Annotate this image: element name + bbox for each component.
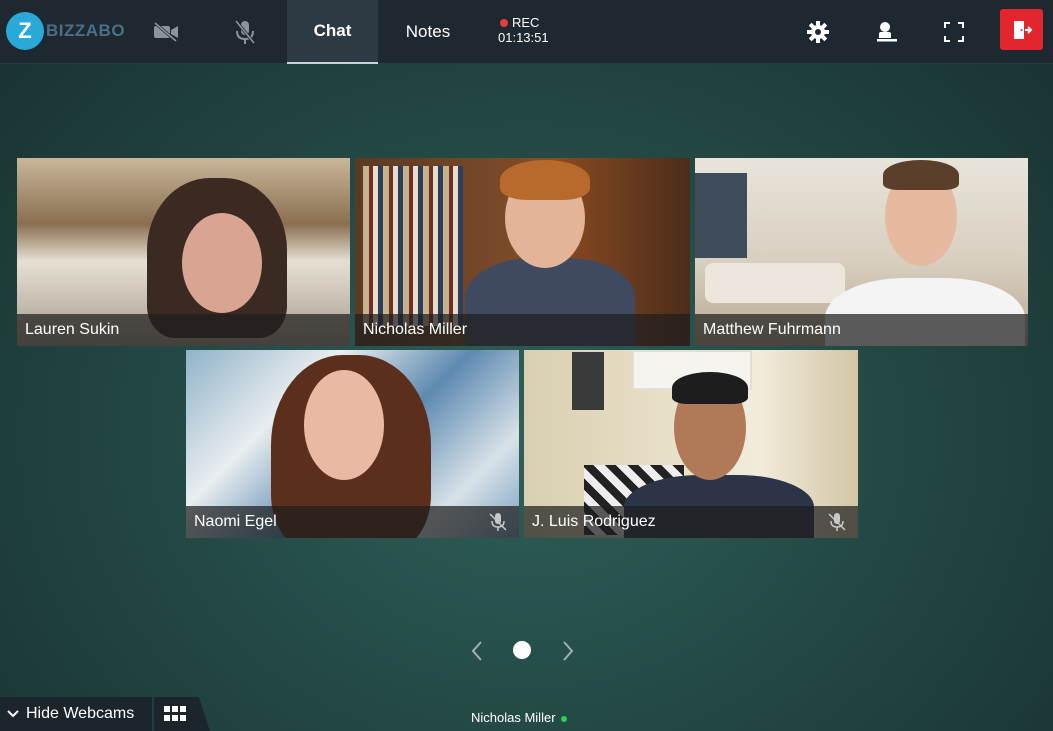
- tab-chat[interactable]: Chat: [287, 0, 378, 64]
- mic-off-icon[interactable]: [231, 18, 259, 46]
- participant-name: Lauren Sukin: [17, 314, 350, 346]
- video-tile-j-luis-rodriguez[interactable]: J. Luis Rodriguez: [524, 350, 858, 538]
- fullscreen-icon[interactable]: [940, 18, 968, 46]
- tab-notes[interactable]: Notes: [380, 0, 476, 64]
- grid-view-button[interactable]: [154, 697, 210, 731]
- logo-text: BIZZABO: [46, 21, 126, 40]
- participant-name: J. Luis Rodriguez: [524, 506, 858, 538]
- recording-indicator: REC 01:13:51: [498, 15, 549, 45]
- chevron-right-icon: [563, 641, 574, 661]
- chevron-left-icon: [471, 641, 482, 661]
- participant-name: Naomi Egel: [186, 506, 519, 538]
- exit-button[interactable]: [1000, 9, 1043, 50]
- video-tile-matthew-fuhrmann[interactable]: Matthew Fuhrmann: [695, 158, 1028, 346]
- mic-muted-icon: [489, 513, 507, 531]
- prev-page-button[interactable]: [467, 640, 487, 662]
- video-tile-nicholas-miller[interactable]: Nicholas Miller: [355, 158, 690, 346]
- rec-label: REC: [512, 15, 540, 30]
- camera-off-icon[interactable]: [152, 18, 180, 46]
- mic-muted-icon: [828, 513, 846, 531]
- current-user: Nicholas Miller: [471, 710, 567, 725]
- gear-icon[interactable]: [804, 18, 832, 46]
- video-tile-naomi-egel[interactable]: Naomi Egel: [186, 350, 519, 538]
- logo-mark: Z: [6, 12, 44, 50]
- exit-door-icon: [1013, 20, 1032, 39]
- hide-webcams-button[interactable]: Hide Webcams: [0, 697, 152, 731]
- participant-name: Matthew Fuhrmann: [695, 314, 1028, 346]
- rec-time: 01:13:51: [498, 30, 549, 45]
- grid-icon: [164, 706, 186, 721]
- page-indicator-dot[interactable]: [513, 641, 531, 659]
- bizzabo-logo: Z BIZZABO: [6, 12, 125, 50]
- current-user-name: Nicholas Miller: [471, 710, 556, 725]
- hide-webcams-label: Hide Webcams: [26, 705, 135, 722]
- rec-dot-icon: [500, 19, 508, 27]
- video-tile-lauren-sukin[interactable]: Lauren Sukin: [17, 158, 350, 346]
- presenter-icon[interactable]: [873, 18, 901, 46]
- next-page-button[interactable]: [558, 640, 578, 662]
- chevron-down-icon: [7, 710, 19, 718]
- online-status-icon: [560, 715, 567, 722]
- top-toolbar: Z BIZZABO Chat Notes REC 01:13:51: [0, 0, 1053, 64]
- participant-name: Nicholas Miller: [355, 314, 690, 346]
